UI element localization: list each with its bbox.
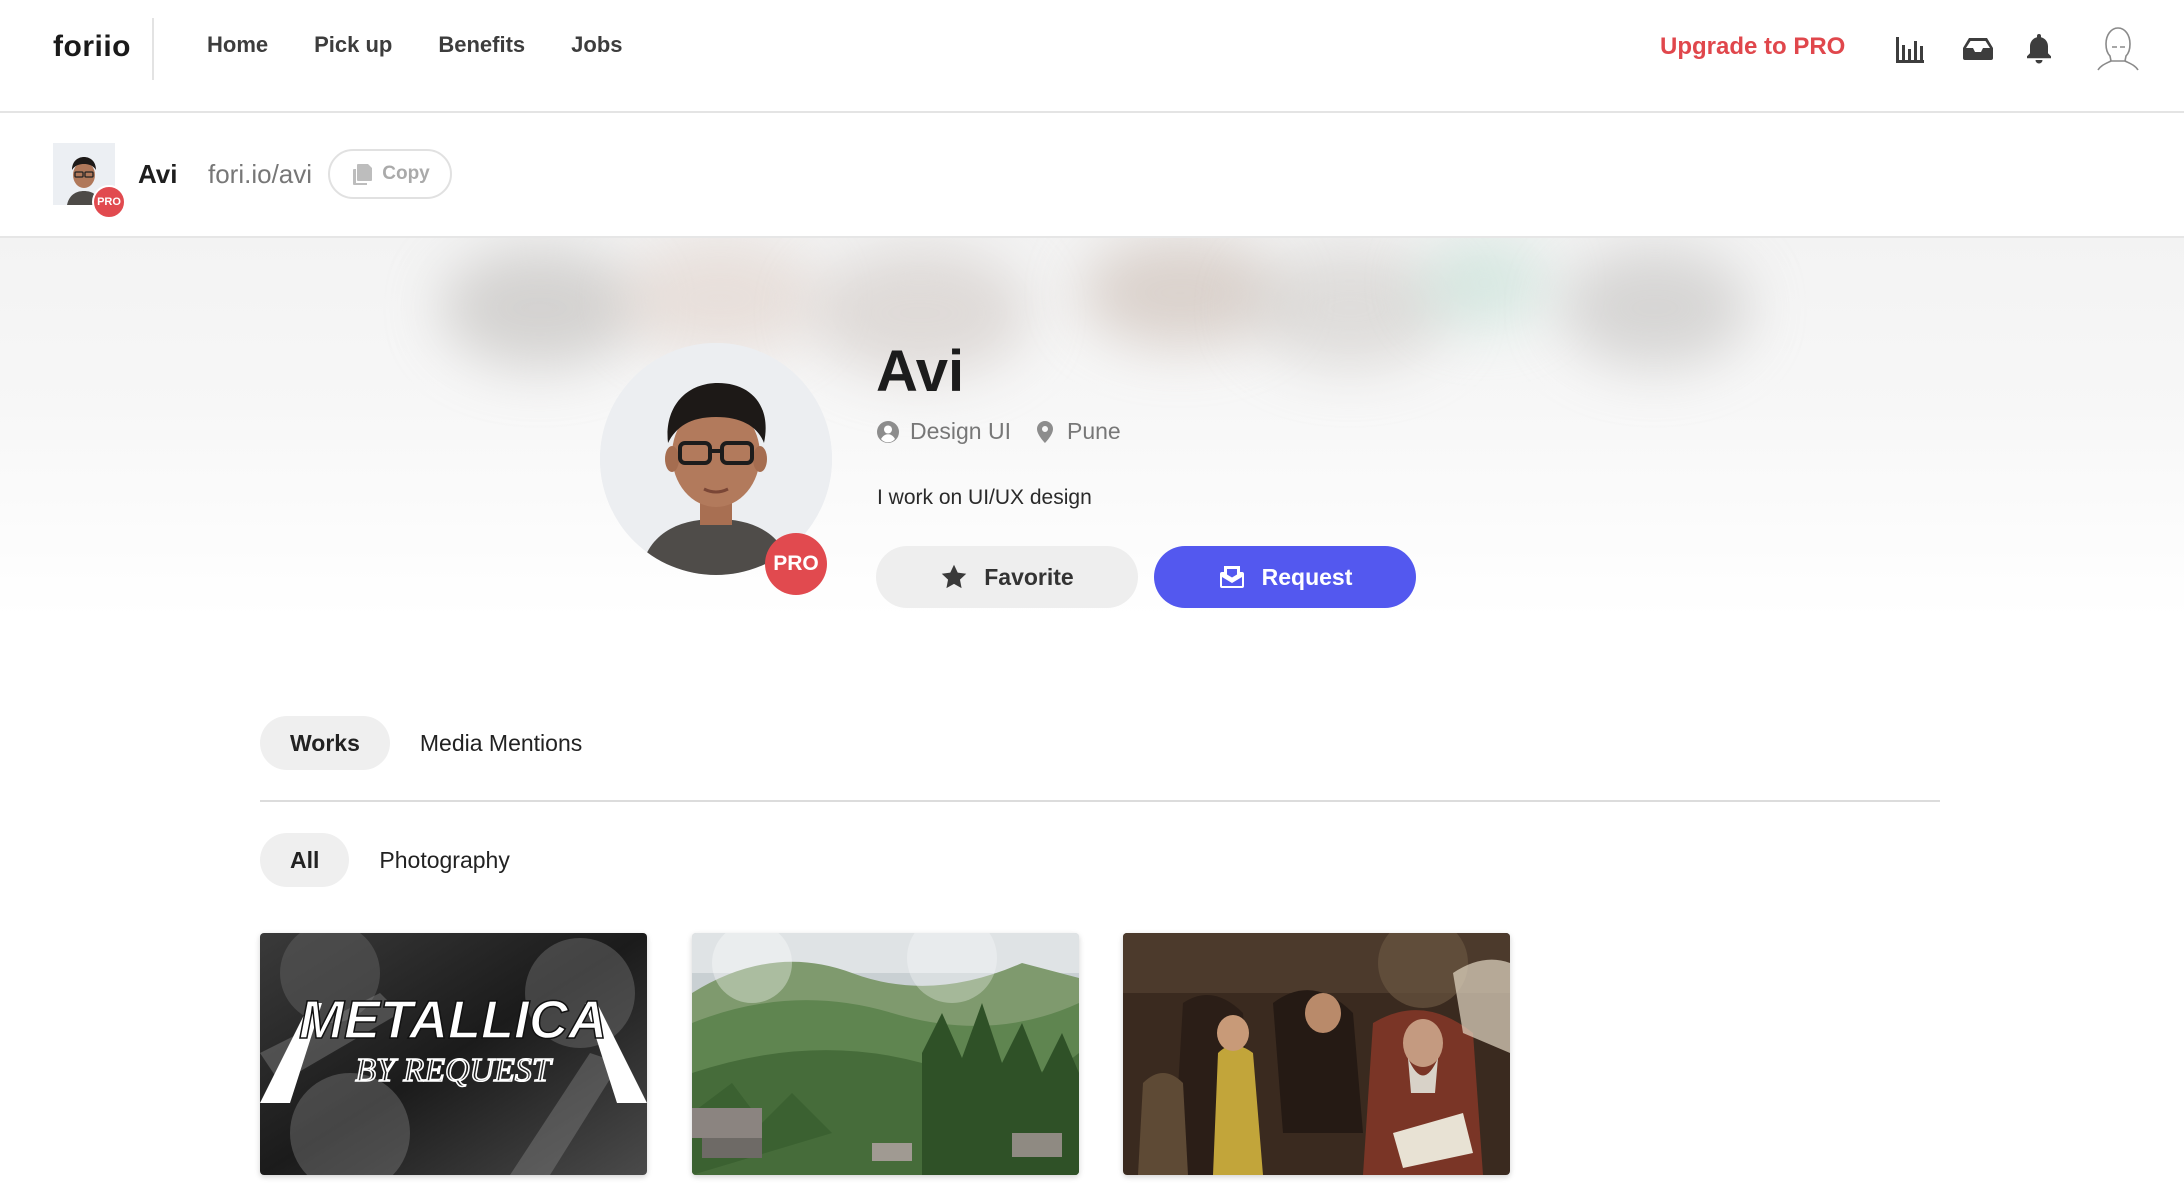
profile-pro-badge: PRO: [765, 533, 827, 595]
category-filters: All Photography: [260, 833, 540, 887]
filter-all[interactable]: All: [260, 833, 350, 887]
metallica-logo-text: METALLICA: [299, 990, 607, 1050]
bell-icon[interactable]: [2022, 31, 2056, 65]
copy-label: Copy: [382, 163, 430, 184]
profile-subbar: PRO Avi fori.io/avi Copy: [0, 113, 2184, 238]
content-tabs: Works Media Mentions: [260, 716, 612, 770]
user-avatar-icon[interactable]: [2094, 22, 2142, 74]
profile-role-text: Design UI: [910, 418, 1011, 444]
request-label: Request: [1261, 563, 1353, 590]
work-thumbnail-metallica[interactable]: METALLICA BY REQUEST: [260, 933, 647, 1175]
profile-location: Pune: [1033, 418, 1121, 445]
tab-media-mentions[interactable]: Media Mentions: [390, 716, 612, 770]
profile-meta: Design UI Pune: [876, 418, 1143, 445]
star-icon: [942, 564, 967, 589]
top-navigation: foriio Home Pick up Benefits Jobs Upgrad…: [0, 0, 2184, 113]
work-thumbnail-landscape[interactable]: [692, 933, 1079, 1175]
favorite-label: Favorite: [984, 563, 1074, 590]
profile-location-text: Pune: [1066, 418, 1121, 444]
filter-photography[interactable]: Photography: [349, 833, 539, 887]
nav-link-pick-up[interactable]: Pick up: [314, 32, 392, 58]
profile-role: Design UI: [876, 418, 1011, 445]
nav-link-jobs[interactable]: Jobs: [571, 32, 622, 58]
work-thumbnail-painting[interactable]: [1123, 933, 1510, 1175]
nav-links: Home Pick up Benefits Jobs: [207, 32, 623, 58]
user-circle-icon: [877, 420, 899, 443]
by-request-text: BY REQUEST: [355, 1052, 553, 1089]
copy-icon: [353, 164, 373, 185]
tabs-divider: [260, 800, 1940, 802]
request-button[interactable]: Request: [1154, 546, 1416, 608]
subbar-name: Avi: [138, 159, 178, 189]
upgrade-to-pro-link[interactable]: Upgrade to PRO: [1660, 33, 1845, 61]
nav-divider: [152, 18, 154, 80]
profile-name: Avi: [876, 339, 965, 404]
favorite-button[interactable]: Favorite: [876, 546, 1138, 608]
nav-link-benefits[interactable]: Benefits: [438, 32, 525, 58]
nav-link-home[interactable]: Home: [207, 32, 268, 58]
foriio-logo[interactable]: foriio: [53, 30, 131, 64]
analytics-icon[interactable]: [1893, 31, 1927, 65]
subbar-pro-badge: PRO: [92, 185, 126, 219]
profile-url[interactable]: fori.io/avi: [208, 159, 312, 190]
copy-url-button[interactable]: Copy: [328, 149, 452, 199]
inbox-icon[interactable]: [1961, 31, 1995, 65]
request-mail-icon: [1219, 566, 1244, 588]
tab-works[interactable]: Works: [260, 716, 390, 770]
map-pin-icon: [1036, 420, 1053, 443]
profile-bio: I work on UI/UX design: [877, 486, 1092, 509]
